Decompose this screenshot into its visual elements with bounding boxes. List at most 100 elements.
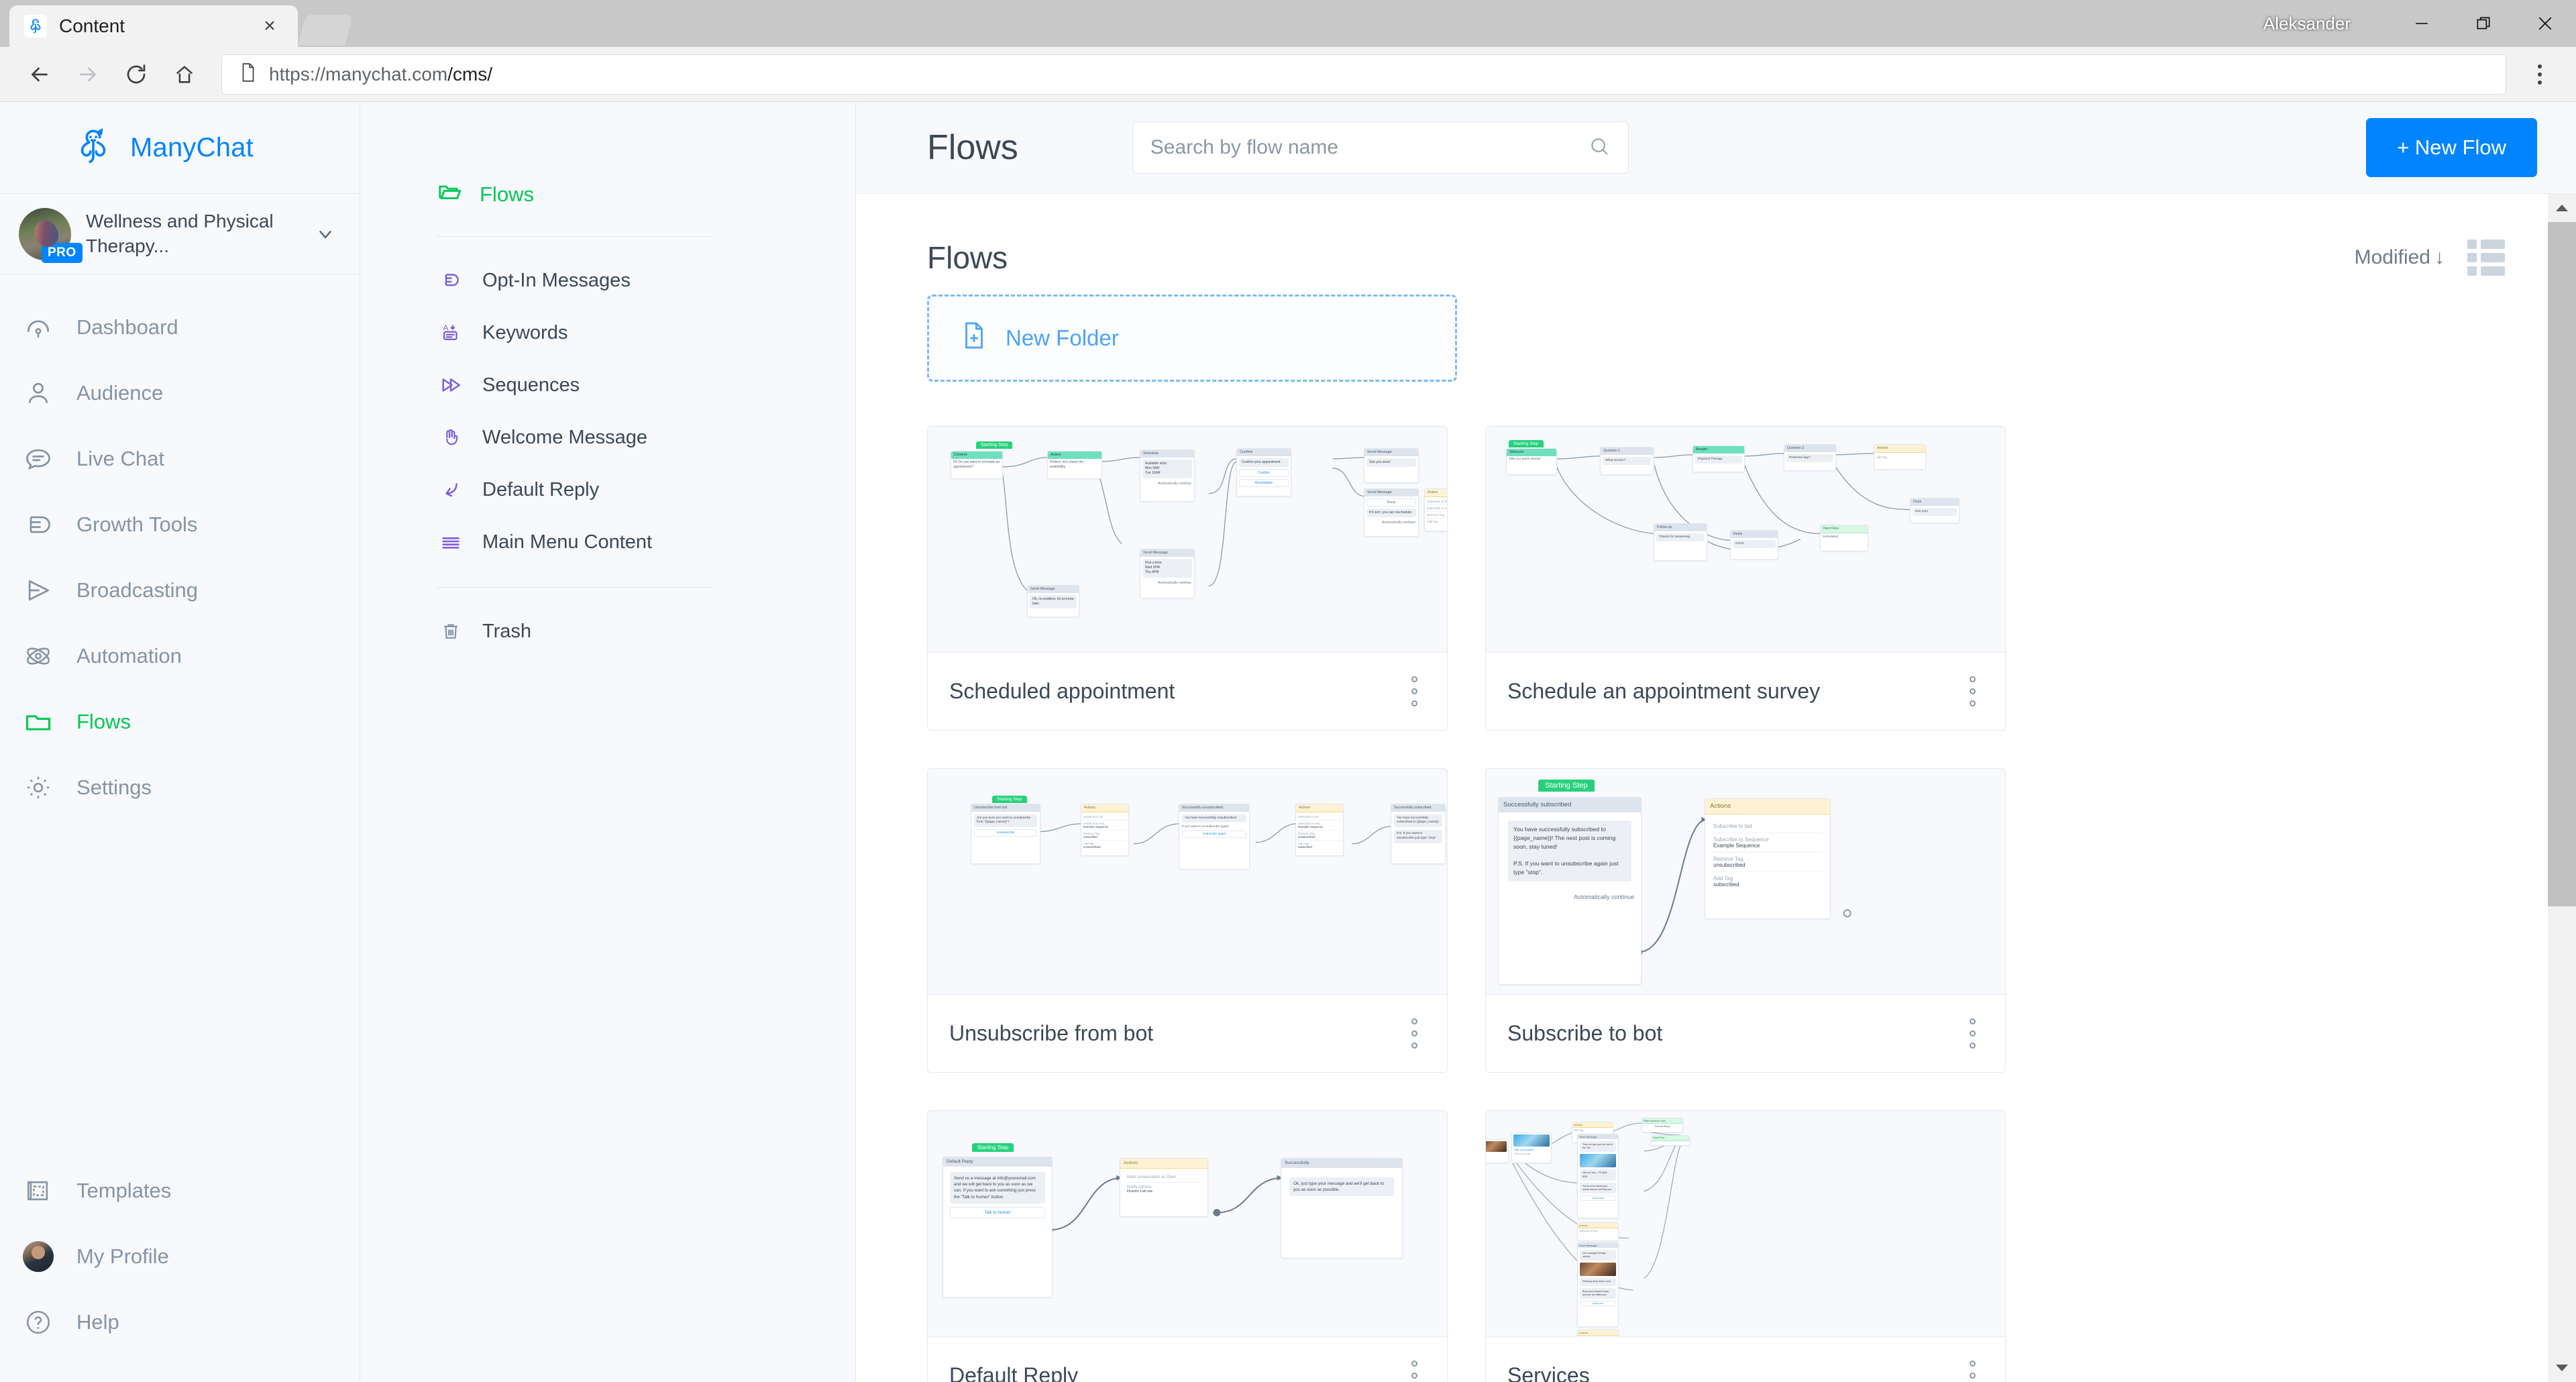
subnav-item-trash[interactable]: Trash bbox=[437, 605, 712, 657]
kebab-menu-icon[interactable] bbox=[1406, 668, 1423, 714]
account-avatar: PRO bbox=[19, 207, 83, 263]
flow-card[interactable]: Starting Step Unsubscribe from bot Are y… bbox=[927, 768, 1448, 1073]
kebab-menu-icon[interactable] bbox=[1964, 668, 1981, 714]
scroll-down-arrow-icon[interactable] bbox=[2555, 1354, 2569, 1382]
sidebar-item-label: My Profile bbox=[76, 1244, 169, 1268]
sidebar-nav: Dashboard Audience Live Chat Growth Tool… bbox=[0, 274, 360, 820]
new-flow-button[interactable]: + New Flow bbox=[2366, 118, 2537, 177]
sidebar-item-help[interactable]: Help bbox=[0, 1289, 360, 1355]
chat-bubble-icon bbox=[20, 444, 56, 474]
minimize-button[interactable] bbox=[2391, 0, 2453, 47]
sort-arrow-icon: ↓ bbox=[2434, 246, 2445, 268]
search-icon[interactable] bbox=[1588, 135, 1611, 161]
flow-name: Unsubscribe from bot bbox=[949, 1021, 1154, 1045]
sort-label: Modified bbox=[2354, 246, 2430, 268]
flow-thumbnail: Starting Step Content Hi! Do you want to… bbox=[928, 427, 1447, 653]
sidebar-item-templates[interactable]: Templates bbox=[0, 1158, 360, 1224]
open-folder-icon bbox=[437, 179, 462, 210]
question-circle-icon bbox=[20, 1308, 56, 1337]
flow-card[interactable]: Starting Step Default Reply Send us a me… bbox=[927, 1110, 1448, 1382]
flow-card-footer: Services bbox=[1486, 1337, 2005, 1382]
double-chevron-icon bbox=[437, 374, 465, 396]
home-icon[interactable] bbox=[162, 52, 207, 97]
sidebar-item-label: Help bbox=[76, 1310, 119, 1334]
flow-thumbnail: Visit our location Give us a call Action… bbox=[1486, 1111, 2005, 1337]
sidebar-item-live-chat[interactable]: Live Chat bbox=[0, 426, 360, 492]
sidebar-item-growth-tools[interactable]: Growth Tools bbox=[0, 492, 360, 557]
sidebar-item-label: Settings bbox=[76, 776, 152, 799]
scrollbar-thumb[interactable] bbox=[2548, 222, 2576, 906]
kebab-menu-icon[interactable] bbox=[1964, 1010, 1981, 1057]
kebab-menu-icon[interactable] bbox=[1406, 1352, 1423, 1382]
kebab-menu-icon[interactable] bbox=[1964, 1352, 1981, 1382]
user-icon bbox=[20, 378, 56, 408]
folder-icon bbox=[20, 707, 56, 737]
flows-scroll-area: Flows Modified ↓ New Folder Starting Ste… bbox=[856, 194, 2576, 1382]
flow-card[interactable]: Starting Step Welcome Take our quick sur… bbox=[1485, 426, 2006, 731]
close-window-button[interactable] bbox=[2514, 0, 2576, 47]
listing-title: Flows bbox=[927, 240, 1008, 275]
browser-window: Content × Aleksander https://manychat.co… bbox=[0, 0, 2576, 1382]
brand-logo[interactable]: ManyChat bbox=[0, 102, 360, 194]
sidebar-item-settings[interactable]: Settings bbox=[0, 755, 360, 820]
list-view-icon[interactable] bbox=[2467, 240, 2505, 276]
forward-icon bbox=[66, 52, 110, 97]
browser-menu-icon[interactable] bbox=[2521, 52, 2559, 97]
listing-header: Flows Modified ↓ bbox=[927, 194, 2505, 295]
sidebar-item-my-profile[interactable]: My Profile bbox=[0, 1224, 360, 1289]
content-area: Flows + New Flow Flows Modi bbox=[855, 102, 2576, 1382]
chevron-down-icon[interactable] bbox=[310, 224, 341, 244]
account-name: Wellness and Physical Therapy... bbox=[86, 210, 274, 256]
tab-strip: Content × bbox=[0, 0, 353, 47]
flow-card[interactable]: Starting Step Successfully subscribed Yo… bbox=[1485, 768, 2006, 1073]
browser-tab[interactable]: Content × bbox=[9, 5, 298, 47]
sidebar-item-audience[interactable]: Audience bbox=[0, 360, 360, 426]
subnav-divider-top bbox=[437, 236, 712, 237]
maximize-button[interactable] bbox=[2453, 0, 2514, 47]
search-box[interactable] bbox=[1132, 121, 1629, 174]
new-folder-label: New Folder bbox=[1006, 325, 1119, 350]
subnav-item-welcome-message[interactable]: Welcome Message bbox=[437, 411, 712, 464]
manychat-octopus-icon bbox=[24, 15, 47, 38]
back-icon[interactable] bbox=[17, 52, 62, 97]
flow-card[interactable]: Visit our location Give us a call Action… bbox=[1485, 1110, 2006, 1382]
new-tab-button[interactable] bbox=[298, 15, 353, 46]
subnav-item-label: Keywords bbox=[482, 321, 568, 343]
flow-card-footer: Default Reply bbox=[928, 1337, 1447, 1382]
scrollbar-track[interactable] bbox=[2548, 222, 2576, 1354]
url-path: /cms/ bbox=[447, 63, 492, 85]
url-text: https://manychat.com/cms/ bbox=[269, 64, 492, 85]
reply-arrow-icon bbox=[437, 478, 465, 501]
flow-card[interactable]: Starting Step Content Hi! Do you want to… bbox=[927, 426, 1448, 731]
sidebar-item-label: Templates bbox=[76, 1179, 172, 1202]
pro-badge: PRO bbox=[42, 242, 83, 263]
address-bar[interactable]: https://manychat.com/cms/ bbox=[221, 54, 2506, 95]
subnav-item-flows[interactable]: Flows bbox=[437, 176, 712, 217]
flow-card-footer: Unsubscribe from bot bbox=[928, 995, 1447, 1072]
sort-button[interactable]: Modified ↓ bbox=[2355, 246, 2445, 269]
window-user-label: Aleksander bbox=[2263, 13, 2351, 34]
sidebar-item-dashboard[interactable]: Dashboard bbox=[0, 295, 360, 360]
reload-icon[interactable] bbox=[114, 52, 158, 97]
subnav-item-sequences[interactable]: Sequences bbox=[437, 359, 712, 411]
new-folder-button[interactable]: New Folder bbox=[927, 295, 1457, 382]
sidebar-item-flows[interactable]: Flows bbox=[0, 689, 360, 755]
subnav-item-opt-in-messages[interactable]: Opt-In Messages bbox=[437, 254, 712, 307]
vertical-scrollbar[interactable] bbox=[2548, 194, 2576, 1382]
listing-controls: Modified ↓ bbox=[2355, 240, 2505, 276]
flow-name: Schedule an appointment survey bbox=[1507, 679, 1821, 703]
tab-close-icon[interactable]: × bbox=[256, 13, 283, 40]
sidebar-item-automation[interactable]: Automation bbox=[0, 623, 360, 689]
browser-toolbar: https://manychat.com/cms/ bbox=[0, 47, 2576, 102]
subnav-item-main-menu-content[interactable]: Main Menu Content bbox=[437, 516, 712, 568]
subnav-item-keywords[interactable]: A Keywords bbox=[437, 307, 712, 359]
account-switcher[interactable]: PRO Wellness and Physical Therapy... bbox=[0, 194, 360, 274]
search-input[interactable] bbox=[1150, 136, 1588, 159]
kebab-menu-icon[interactable] bbox=[1406, 1010, 1423, 1057]
scroll-up-arrow-icon[interactable] bbox=[2555, 194, 2569, 222]
sidebar-item-broadcasting[interactable]: Broadcasting bbox=[0, 557, 360, 623]
tab-title: Content bbox=[59, 15, 125, 36]
subnav-item-default-reply[interactable]: Default Reply bbox=[437, 464, 712, 516]
sidebar-item-label: Growth Tools bbox=[76, 513, 198, 536]
window-controls: Aleksander bbox=[2263, 0, 2576, 47]
